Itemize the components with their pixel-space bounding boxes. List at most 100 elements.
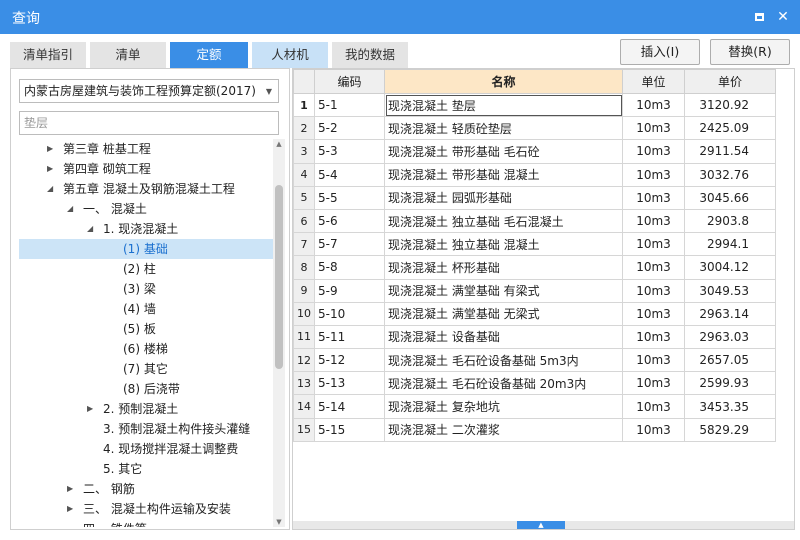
name-cell[interactable]: 现浇混凝土 独立基础 毛石混凝土 xyxy=(384,208,623,234)
price-cell[interactable]: 2911.54 xyxy=(684,139,776,164)
scrollbar-thumb[interactable] xyxy=(275,185,283,369)
expand-arrow-icon[interactable]: ▶ xyxy=(67,499,77,519)
price-cell[interactable]: 2425.09 xyxy=(684,116,776,141)
tree-item[interactable]: 5. 其它 xyxy=(19,459,273,479)
header-price[interactable]: 单价 xyxy=(684,69,776,94)
unit-cell[interactable]: 10m3 xyxy=(622,417,685,442)
code-cell[interactable]: 5-13 xyxy=(314,371,385,396)
price-cell[interactable]: 2963.03 xyxy=(684,324,776,350)
quota-library-select[interactable]: 内蒙古房屋建筑与装饰工程预算定额(2017) ▼ xyxy=(19,79,279,103)
tree-item[interactable]: (6) 楼梯 xyxy=(19,339,273,359)
code-cell[interactable]: 5-8 xyxy=(314,255,385,280)
expand-arrow-icon[interactable]: ▶ xyxy=(67,479,77,499)
name-cell[interactable]: 现浇混凝土 二次灌浆 xyxy=(384,417,623,442)
price-cell[interactable]: 2599.93 xyxy=(684,371,776,396)
unit-cell[interactable]: 10m3 xyxy=(622,92,685,118)
table-row[interactable]: 15 5-15 现浇混凝土 二次灌浆 10m3 5829.29 xyxy=(293,417,776,442)
price-cell[interactable]: 3045.66 xyxy=(684,185,776,210)
code-cell[interactable]: 5-12 xyxy=(314,348,385,373)
header-code[interactable]: 编码 xyxy=(314,69,385,94)
code-cell[interactable]: 5-5 xyxy=(314,185,385,210)
name-cell[interactable]: 现浇混凝土 满堂基础 无梁式 xyxy=(384,301,623,326)
tree-item[interactable]: (3) 梁 xyxy=(19,279,273,299)
close-icon[interactable]: ✕ xyxy=(772,6,794,28)
table-row[interactable]: 13 5-13 现浇混凝土 毛石砼设备基础 20m3内 10m3 2599.93 xyxy=(293,371,776,396)
header-unit[interactable]: 单位 xyxy=(622,69,685,94)
unit-cell[interactable]: 10m3 xyxy=(622,324,685,350)
name-cell[interactable]: 现浇混凝土 杯形基础 xyxy=(384,255,623,280)
expand-arrow-icon[interactable]: ▶ xyxy=(47,159,57,179)
name-cell[interactable]: 现浇混凝土 复杂地坑 xyxy=(384,394,623,419)
table-row[interactable]: 2 5-2 现浇混凝土 轻质砼垫层 10m3 2425.09 xyxy=(293,116,776,141)
tree-item[interactable]: ▶ 2. 预制混凝土 xyxy=(19,399,273,419)
table-row[interactable]: 11 5-11 现浇混凝土 设备基础 10m3 2963.03 xyxy=(293,324,776,350)
price-cell[interactable]: 2903.8 xyxy=(684,208,776,234)
unit-cell[interactable]: 10m3 xyxy=(622,255,685,280)
search-input[interactable]: 垫层 xyxy=(19,111,279,135)
tree-scrollbar[interactable]: ▲ ▼ xyxy=(273,139,285,527)
code-cell[interactable]: 5-9 xyxy=(314,278,385,303)
name-cell[interactable]: 现浇混凝土 轻质砼垫层 xyxy=(384,116,623,141)
code-cell[interactable]: 5-4 xyxy=(314,162,385,187)
expand-arrow-icon[interactable]: ▶ xyxy=(87,399,97,419)
table-row[interactable]: 7 5-7 现浇混凝土 独立基础 混凝土 10m3 2994.1 xyxy=(293,232,776,257)
tree-item[interactable]: (8) 后浇带 xyxy=(19,379,273,399)
tree-item[interactable]: 四、 铁件等 xyxy=(19,519,273,527)
table-row[interactable]: 9 5-9 现浇混凝土 满堂基础 有梁式 10m3 3049.53 xyxy=(293,278,776,303)
scroll-down-icon[interactable]: ▼ xyxy=(273,517,285,527)
tree-item[interactable]: ▶ 第四章 砌筑工程 xyxy=(19,159,273,179)
tab-my-data[interactable]: 我的数据 xyxy=(332,42,408,68)
tree-item[interactable]: ▶ 二、 钢筋 xyxy=(19,479,273,499)
insert-button[interactable]: 插入(I) xyxy=(620,39,700,65)
name-cell[interactable]: 现浇混凝土 园弧形基础 xyxy=(384,185,623,210)
code-cell[interactable]: 5-11 xyxy=(314,324,385,350)
price-cell[interactable]: 2657.05 xyxy=(684,348,776,373)
horizontal-scrollbar[interactable]: ▲ xyxy=(293,521,794,529)
name-cell[interactable]: 现浇混凝土 垫层 xyxy=(384,92,623,118)
table-row[interactable]: 1 5-1 现浇混凝土 垫层 10m3 3120.92 xyxy=(293,92,776,118)
tree-item[interactable]: ◢ 一、 混凝土 xyxy=(19,199,273,219)
replace-button[interactable]: 替换(R) xyxy=(710,39,790,65)
unit-cell[interactable]: 10m3 xyxy=(622,232,685,257)
tree-item-selected[interactable]: (1) 基础 xyxy=(19,239,273,259)
unit-cell[interactable]: 10m3 xyxy=(622,394,685,419)
tree-item[interactable]: 3. 预制混凝土构件接头灌缝 xyxy=(19,419,273,439)
tree-item[interactable]: (7) 其它 xyxy=(19,359,273,379)
code-cell[interactable]: 5-2 xyxy=(314,116,385,141)
unit-cell[interactable]: 10m3 xyxy=(622,139,685,164)
tree-item[interactable]: (4) 墙 xyxy=(19,299,273,319)
code-cell[interactable]: 5-6 xyxy=(314,208,385,234)
code-cell[interactable]: 5-7 xyxy=(314,232,385,257)
table-row[interactable]: 8 5-8 现浇混凝土 杯形基础 10m3 3004.12 xyxy=(293,255,776,280)
table-row[interactable]: 4 5-4 现浇混凝土 带形基础 混凝土 10m3 3032.76 xyxy=(293,162,776,187)
expand-arrow-icon[interactable]: ▶ xyxy=(47,139,57,159)
unit-cell[interactable]: 10m3 xyxy=(622,208,685,234)
collapse-arrow-icon[interactable]: ◢ xyxy=(87,219,97,239)
unit-cell[interactable]: 10m3 xyxy=(622,185,685,210)
code-cell[interactable]: 5-3 xyxy=(314,139,385,164)
name-cell[interactable]: 现浇混凝土 毛石砼设备基础 5m3内 xyxy=(384,348,623,373)
name-cell[interactable]: 现浇混凝土 满堂基础 有梁式 xyxy=(384,278,623,303)
table-row[interactable]: 5 5-5 现浇混凝土 园弧形基础 10m3 3045.66 xyxy=(293,185,776,210)
unit-cell[interactable]: 10m3 xyxy=(622,116,685,141)
tree-item[interactable]: 4. 现场搅拌混凝土调整费 xyxy=(19,439,273,459)
header-name[interactable]: 名称 xyxy=(384,69,623,94)
price-cell[interactable]: 5829.29 xyxy=(684,417,776,442)
table-row[interactable]: 12 5-12 现浇混凝土 毛石砼设备基础 5m3内 10m3 2657.05 xyxy=(293,348,776,373)
price-cell[interactable]: 3049.53 xyxy=(684,278,776,303)
tree-item[interactable]: (5) 板 xyxy=(19,319,273,339)
unit-cell[interactable]: 10m3 xyxy=(622,278,685,303)
price-cell[interactable]: 3120.92 xyxy=(684,92,776,118)
tree-item[interactable]: ▶ 第三章 桩基工程 xyxy=(19,139,273,159)
unit-cell[interactable]: 10m3 xyxy=(622,348,685,373)
tab-bill[interactable]: 清单 xyxy=(90,42,166,68)
chevron-up-icon[interactable]: ▲ xyxy=(517,521,565,529)
code-cell[interactable]: 5-10 xyxy=(314,301,385,326)
price-cell[interactable]: 2963.14 xyxy=(684,301,776,326)
name-cell[interactable]: 现浇混凝土 带形基础 毛石砼 xyxy=(384,139,623,164)
name-cell[interactable]: 现浇混凝土 设备基础 xyxy=(384,324,623,350)
tab-quota[interactable]: 定额 xyxy=(170,42,248,68)
tree-item[interactable]: ◢ 第五章 混凝土及钢筋混凝土工程 xyxy=(19,179,273,199)
name-cell[interactable]: 现浇混凝土 带形基础 混凝土 xyxy=(384,162,623,187)
collapse-arrow-icon[interactable]: ◢ xyxy=(67,199,77,219)
